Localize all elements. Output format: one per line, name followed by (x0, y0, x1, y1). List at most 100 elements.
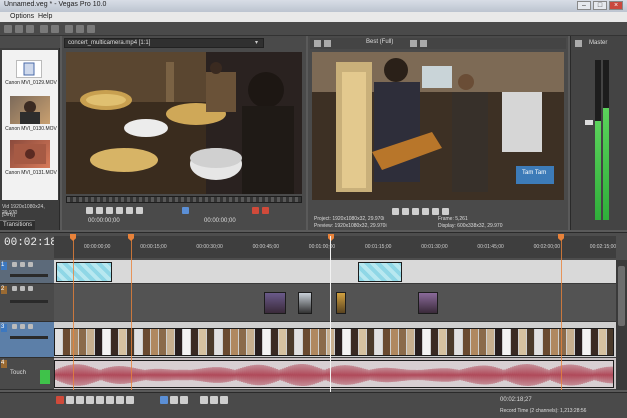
trimmer-strip[interactable] (66, 196, 302, 203)
filmstrip-frame (471, 329, 478, 355)
gear-icon[interactable] (575, 40, 582, 47)
paste-icon[interactable] (87, 25, 95, 33)
envelope-tool-icon[interactable] (170, 396, 178, 404)
list-item[interactable]: Canon MVI_0130.MOV (4, 126, 58, 132)
fx-icon[interactable] (28, 262, 33, 267)
filmstrip-frame (135, 329, 142, 355)
timeline-event[interactable] (54, 328, 614, 356)
menu-item-options[interactable]: Options (10, 13, 34, 20)
mute-icon[interactable] (12, 324, 17, 329)
timeline-event[interactable] (336, 292, 346, 314)
next-frame-icon[interactable] (136, 207, 143, 214)
loop-icon[interactable] (402, 208, 409, 215)
loop-icon[interactable] (66, 396, 74, 404)
fx-icon[interactable] (28, 324, 33, 329)
timeline-event[interactable] (264, 292, 286, 314)
audio-track-lane[interactable] (54, 358, 616, 390)
track-header-1[interactable]: 1 (0, 260, 54, 284)
timeline-event[interactable] (358, 262, 402, 282)
level-slider[interactable] (10, 274, 48, 277)
solo-icon[interactable] (20, 262, 25, 267)
filmstrip-frame (551, 329, 558, 355)
timeline-event[interactable] (56, 262, 112, 282)
volume-fader[interactable] (585, 120, 593, 125)
timeline-event[interactable] (298, 292, 312, 314)
play-start-icon[interactable] (412, 208, 419, 215)
mute-icon[interactable] (12, 262, 17, 267)
file-icon[interactable] (16, 60, 42, 78)
normal-edit-tool-icon[interactable] (160, 396, 168, 404)
timeline-ruler[interactable]: 00:00:00;00 00:00:15;00 00:00:30;00 00:00:4… (54, 236, 616, 258)
level-slider[interactable] (10, 336, 48, 339)
video-track-lane[interactable] (54, 284, 616, 322)
pause-icon[interactable] (432, 208, 439, 215)
play-icon[interactable] (96, 207, 103, 214)
mark-in-icon[interactable] (252, 207, 259, 214)
timeline-vertical-scrollbar[interactable] (616, 260, 627, 390)
fx-icon[interactable] (28, 286, 33, 291)
clip-thumbnail[interactable] (10, 96, 50, 124)
list-item[interactable]: Canon MVI_0129.MOV (4, 80, 58, 86)
new-icon[interactable] (4, 25, 12, 33)
level-slider[interactable] (10, 300, 48, 303)
preview-quality-select[interactable]: Best (Full) (366, 39, 393, 45)
menu-bar: Options Help (0, 12, 627, 22)
stop-icon[interactable] (106, 396, 114, 404)
chevron-down-icon[interactable]: ▾ (255, 39, 258, 46)
video-track-lane[interactable] (54, 260, 616, 284)
list-item[interactable]: Canon MVI_0131.MOV (4, 170, 58, 176)
audio-event[interactable] (54, 360, 614, 388)
video-track-lane[interactable] (54, 322, 616, 358)
snapping-icon[interactable] (200, 396, 208, 404)
external-monitor-icon[interactable] (324, 40, 331, 47)
mute-icon[interactable] (12, 286, 17, 291)
track-header-3[interactable]: 3 (0, 322, 54, 358)
trimmer-file-select[interactable]: concert_multicamera.mp4 [1:1] (64, 38, 264, 48)
pause-icon[interactable] (96, 396, 104, 404)
menu-item-help[interactable]: Help (38, 13, 52, 20)
overlays-icon[interactable] (410, 40, 417, 47)
previous-frame-icon[interactable] (126, 207, 133, 214)
play-icon[interactable] (86, 396, 94, 404)
trimmer-video[interactable] (66, 52, 302, 194)
save-icon[interactable] (26, 25, 34, 33)
mark-out-icon[interactable] (262, 207, 269, 214)
open-icon[interactable] (15, 25, 23, 33)
settings-icon[interactable] (314, 40, 321, 47)
selection-tool-icon[interactable] (180, 396, 188, 404)
stop-icon[interactable] (442, 208, 449, 215)
undo-icon[interactable] (40, 25, 48, 33)
maximize-button[interactable]: □ (593, 1, 607, 10)
go-to-start-icon[interactable] (116, 396, 124, 404)
rewind-icon[interactable] (86, 207, 93, 214)
filmstrip-frame (303, 329, 310, 355)
loop-icon[interactable] (182, 207, 189, 214)
record-icon[interactable] (392, 208, 399, 215)
preview-video[interactable]: Tam Tam (312, 52, 564, 200)
pause-icon[interactable] (106, 207, 113, 214)
clip-thumbnail[interactable] (10, 140, 50, 168)
play-start-icon[interactable] (76, 396, 84, 404)
cut-icon[interactable] (65, 25, 73, 33)
track-header-2[interactable]: 2 (0, 284, 54, 322)
auto-ripple-icon[interactable] (210, 396, 218, 404)
redo-icon[interactable] (51, 25, 59, 33)
track-header-4[interactable]: 4 Touch (0, 358, 54, 390)
playhead-cursor[interactable] (330, 236, 331, 392)
timeline-event[interactable] (418, 292, 438, 314)
stop-icon[interactable] (116, 207, 123, 214)
copy-icon[interactable] (76, 25, 84, 33)
record-icon[interactable] (56, 396, 64, 404)
play-icon[interactable] (422, 208, 429, 215)
minimize-button[interactable]: – (577, 1, 591, 10)
filmstrip-frame (399, 329, 406, 355)
close-button[interactable]: × (609, 1, 623, 10)
solo-icon[interactable] (20, 286, 25, 291)
filmstrip-frame (63, 329, 70, 355)
explorer-list: Canon MVI_0129.MOV Canon MVI_0130.MOV Ca… (2, 50, 58, 200)
lock-icon[interactable] (220, 396, 228, 404)
snapshot-icon[interactable] (420, 40, 427, 47)
solo-icon[interactable] (20, 324, 25, 329)
tab-transitions[interactable]: Transitions (0, 220, 36, 230)
go-to-end-icon[interactable] (126, 396, 134, 404)
